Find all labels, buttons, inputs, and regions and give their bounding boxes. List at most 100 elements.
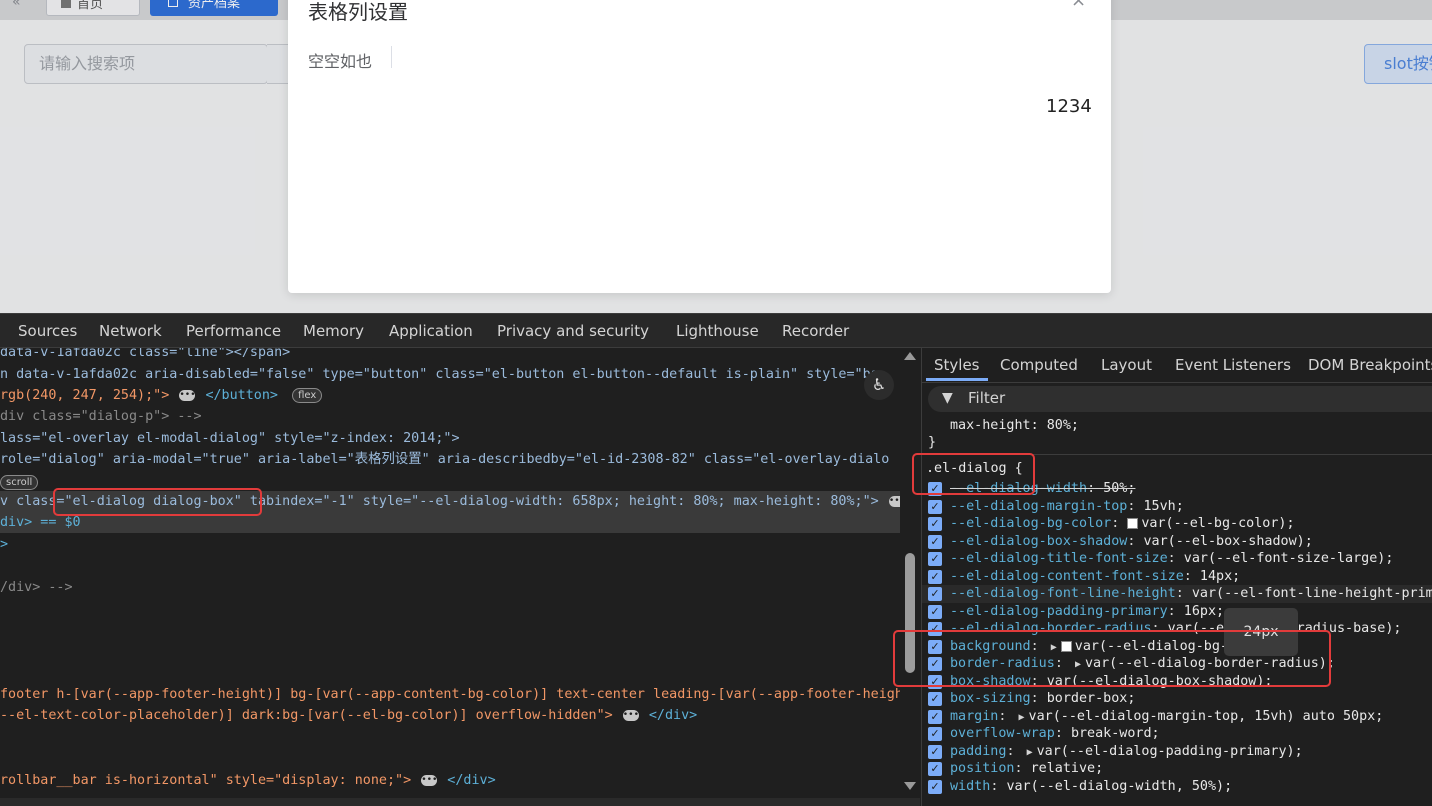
styles-sidebar: Styles Computed Layout Event Listeners D…	[921, 348, 1432, 806]
checkbox-checked-icon[interactable]: ✓	[928, 587, 942, 601]
table-column-settings-dialog: 表格列设置 × 空空如也 1234	[288, 0, 1111, 293]
css-property-name: position	[950, 761, 1015, 776]
expand-triangle-icon[interactable]: ▶	[1027, 747, 1033, 758]
tab-recorder[interactable]: Recorder	[782, 322, 849, 340]
dom-line-text: div class="dialog-p"> -->	[0, 409, 202, 424]
css-property-row[interactable]: ✓ width: var(--el-dialog-width, 50%);	[922, 778, 1432, 796]
tab-dom-breakpoints[interactable]: DOM Breakpoints	[1308, 356, 1432, 374]
css-property-name: --el-dialog-font-line-height	[950, 586, 1176, 601]
dom-line[interactable]: role="dialog" aria-modal="true" aria-lab…	[0, 449, 889, 470]
scroll-badge[interactable]: scroll	[0, 474, 39, 490]
expand-triangle-icon[interactable]: ▶	[1019, 712, 1025, 723]
dom-line[interactable]: data-v-1afda02c class="line"></span>	[0, 348, 290, 363]
dom-line[interactable]: n data-v-1afda02c aria-disabled="false" …	[0, 364, 879, 385]
css-property-row[interactable]: ✓ margin: ▶ var(--el-dialog-margin-top, 1…	[922, 708, 1432, 726]
checkbox-checked-icon[interactable]: ✓	[928, 710, 942, 724]
checkbox-checked-icon[interactable]: ✓	[928, 692, 942, 706]
dom-line[interactable]: rgb(240, 247, 254);"> ••• </button> flex	[0, 385, 323, 406]
css-property-row[interactable]: ✓ --el-dialog-content-font-size: 14px;	[922, 568, 1432, 586]
css-property-value: var(--el-font-line-height-prima	[1191, 586, 1432, 601]
filter-icon: ▼	[942, 390, 953, 406]
checkbox-checked-icon[interactable]: ✓	[928, 745, 942, 759]
checkbox-checked-icon[interactable]: ✓	[928, 780, 942, 794]
css-property-value: var(--el-dialog-width, 50%);	[1006, 779, 1233, 794]
dom-line[interactable]: rollbar__bar is-horizontal" style="displ…	[0, 770, 496, 791]
css-property-value: 14px;	[1199, 569, 1241, 584]
dom-line[interactable]: scroll	[0, 472, 39, 493]
active-tab-indicator	[926, 378, 988, 381]
css-property-name: --el-dialog-margin-top	[950, 499, 1128, 514]
ellipsis-icon[interactable]: •••	[888, 495, 900, 507]
scroll-up-arrow-icon[interactable]	[904, 352, 916, 360]
tab-computed[interactable]: Computed	[1000, 356, 1078, 374]
tab-memory[interactable]: Memory	[303, 322, 364, 340]
tab-styles[interactable]: Styles	[934, 356, 980, 374]
dom-line-text: role="dialog" aria-modal="true" aria-lab…	[0, 452, 890, 467]
checkbox-checked-icon[interactable]: ✓	[928, 605, 942, 619]
css-property-row[interactable]: ✓ box-sizing: border-box;	[922, 690, 1432, 708]
css-property-row[interactable]: ✓ --el-dialog-padding-primary: 16px;	[922, 603, 1432, 621]
css-property-row[interactable]: ✓ padding: ▶ var(--el-dialog-padding-prim…	[922, 743, 1432, 761]
css-property-value: 50%;	[1103, 481, 1136, 496]
css-property-name: margin	[950, 709, 999, 724]
dom-line[interactable]: div class="dialog-p"> -->	[0, 406, 202, 427]
tab-network[interactable]: Network	[99, 322, 162, 340]
flex-badge[interactable]: flex	[292, 387, 323, 403]
dom-line[interactable]: lass="el-overlay el-modal-dialog" style=…	[0, 428, 460, 449]
css-property-row[interactable]: ✓ position: relative;	[922, 760, 1432, 778]
checkbox-checked-icon[interactable]: ✓	[928, 500, 942, 514]
dom-line-text: </button>	[205, 388, 278, 403]
styles-filter-input[interactable]: ▼ Filter	[928, 386, 1432, 412]
tab-event-listeners[interactable]: Event Listeners	[1175, 356, 1291, 374]
checkbox-checked-icon[interactable]: ✓	[928, 517, 942, 531]
dom-line-text: n data-v-1afda02c aria-disabled="false" …	[0, 367, 879, 382]
ellipsis-icon[interactable]: •••	[622, 709, 639, 721]
divider	[922, 382, 1432, 383]
css-property-row[interactable]: ✓ --el-dialog-bg-color: var(--el-bg-colo…	[922, 515, 1432, 533]
checkbox-checked-icon[interactable]: ✓	[928, 570, 942, 584]
elements-dom-tree[interactable]: data-v-1afda02c class="line"></span> n d…	[0, 348, 900, 806]
css-property-row[interactable]: ✓ --el-dialog-box-shadow: var(--el-box-s…	[922, 533, 1432, 551]
css-property-row[interactable]: ✓ --el-dialog-title-font-size: var(--el-…	[922, 550, 1432, 568]
css-property-name: --el-dialog-padding-primary	[950, 604, 1168, 619]
dialog-title: 表格列设置	[308, 0, 408, 24]
css-property-row[interactable]: ✓ --el-dialog-margin-top: 15vh;	[922, 498, 1432, 516]
ellipsis-icon[interactable]: •••	[421, 774, 437, 786]
css-property-name: width	[950, 779, 991, 794]
dom-line[interactable]: /div> -->	[0, 577, 73, 598]
css-property-row[interactable]: ✓ overflow-wrap: break-word;	[922, 725, 1432, 743]
css-property-value: border-box;	[1046, 691, 1136, 706]
number-text: 1234	[1046, 96, 1092, 117]
css-property-value: var(--el-bg-color);	[1141, 516, 1295, 531]
dom-line[interactable]: --el-text-color-placeholder)] dark:bg-[v…	[0, 705, 697, 726]
dom-line-text: rollbar__bar is-horizontal" style="displ…	[0, 773, 412, 788]
tab-performance[interactable]: Performance	[186, 322, 281, 340]
dom-line-text: data-v-1afda02c class="line"></span>	[0, 348, 291, 360]
checkbox-checked-icon[interactable]: ✓	[928, 535, 942, 549]
highlight-box-selector	[912, 453, 1035, 495]
highlight-box-properties	[893, 630, 1331, 687]
tab-application[interactable]: Application	[389, 322, 473, 340]
divider	[391, 46, 392, 68]
scroll-down-arrow-icon[interactable]	[904, 782, 916, 790]
dom-line-text: rgb(240, 247, 254);">	[0, 388, 170, 403]
elements-scrollbar[interactable]	[900, 348, 920, 798]
color-swatch[interactable]	[1127, 517, 1139, 529]
dom-breadcrumbs[interactable]	[0, 798, 920, 806]
tab-sources[interactable]: Sources	[18, 322, 77, 340]
checkbox-checked-icon[interactable]: ✓	[928, 727, 942, 741]
close-icon[interactable]: ×	[1071, 0, 1086, 11]
tab-layout[interactable]: Layout	[1101, 356, 1152, 374]
checkbox-checked-icon[interactable]: ✓	[928, 552, 942, 566]
tab-lighthouse[interactable]: Lighthouse	[676, 322, 759, 340]
tab-privacy-security[interactable]: Privacy and security	[497, 322, 649, 340]
dom-line[interactable]: >	[0, 534, 8, 555]
css-property-value: relative;	[1030, 761, 1104, 776]
css-property-row[interactable]: ✓ --el-dialog-font-line-height: var(--el…	[922, 585, 1432, 603]
checkbox-checked-icon[interactable]: ✓	[928, 762, 942, 776]
ellipsis-icon[interactable]: •••	[179, 389, 196, 401]
dom-line[interactable]: footer h-[var(--app-footer-height)] bg-[…	[0, 684, 900, 705]
dom-line-text: div> == $0	[0, 515, 81, 530]
css-property-name: overflow-wrap	[950, 726, 1055, 741]
accessibility-icon[interactable]: ♿	[864, 370, 894, 400]
